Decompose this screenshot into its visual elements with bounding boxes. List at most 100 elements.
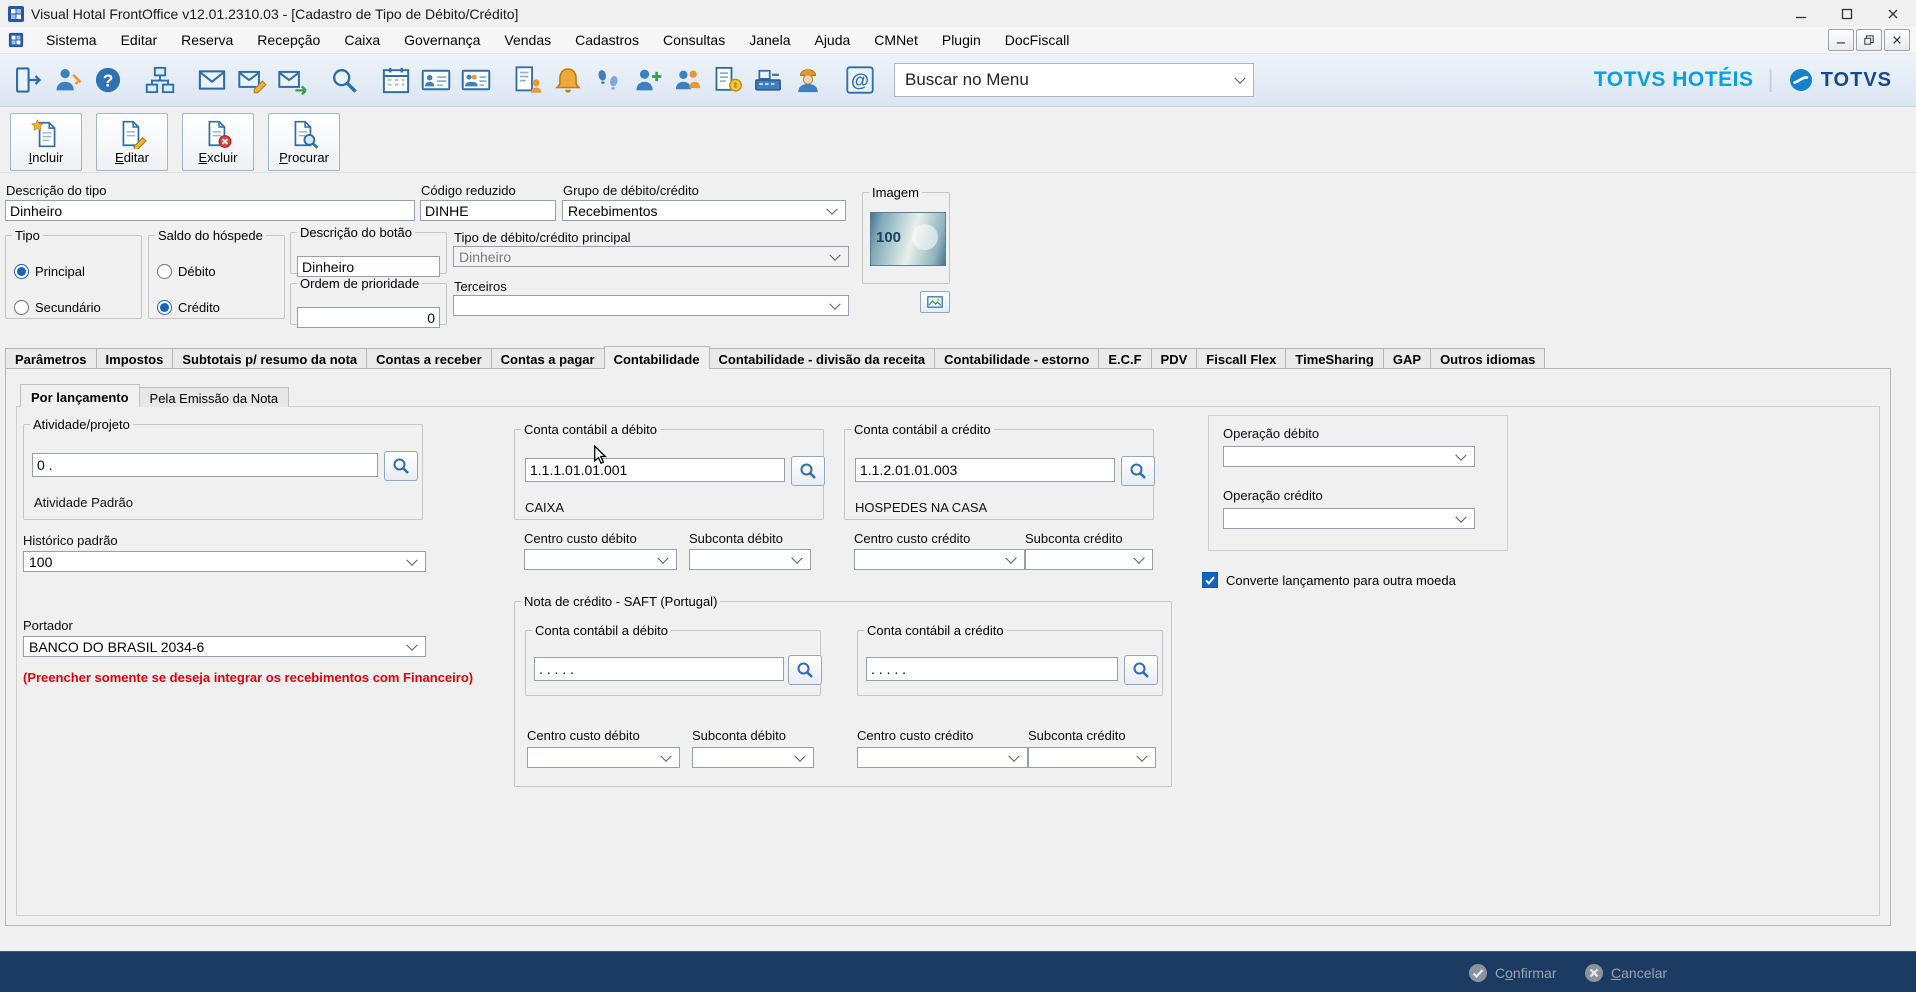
cash-register-icon[interactable]: [748, 58, 788, 102]
menu-search-combobox[interactable]: Buscar no Menu: [894, 63, 1254, 97]
tab-subtotais[interactable]: Subtotais p/ resumo da nota: [172, 348, 367, 368]
image-picker-button[interactable]: [920, 291, 950, 313]
user-add-icon[interactable]: [628, 58, 668, 102]
menu-docfiscall[interactable]: DocFiscall: [993, 28, 1082, 52]
saft-subconta-credito-select[interactable]: [1028, 747, 1156, 768]
at-mail-icon[interactable]: @: [840, 58, 880, 102]
exit-door-icon[interactable]: [8, 58, 48, 102]
saft-centro-custo-debito-select[interactable]: [527, 747, 680, 768]
tab-contas-receber[interactable]: Contas a receber: [366, 348, 492, 368]
historico-padrao-select[interactable]: 100: [23, 551, 426, 572]
converte-moeda-checkbox-row[interactable]: Converte lançamento para outra moeda: [1202, 572, 1456, 588]
menu-editar[interactable]: Editar: [109, 28, 170, 52]
tab-ecf[interactable]: E.C.F: [1098, 348, 1151, 368]
subtab-pela-emissao[interactable]: Pela Emissão da Nota: [139, 387, 290, 407]
menu-caixa[interactable]: Caixa: [332, 28, 392, 52]
radio-principal[interactable]: Principal: [14, 264, 85, 279]
confirmar-button[interactable]: Confirmar: [1462, 952, 1562, 992]
terceiros-select[interactable]: [453, 295, 849, 316]
maximize-icon[interactable]: [1824, 0, 1870, 27]
menu-cmnet[interactable]: CMNet: [862, 28, 930, 52]
search-icon[interactable]: [324, 58, 364, 102]
centro-custo-credito-select[interactable]: [854, 549, 1025, 570]
tab-contabilidade[interactable]: Contabilidade: [604, 346, 710, 369]
tab-fiscall-flex[interactable]: Fiscall Flex: [1196, 348, 1286, 368]
menu-recepcao[interactable]: Recepção: [245, 28, 332, 52]
portador-select[interactable]: BANCO DO BRASIL 2034-6: [23, 636, 426, 657]
incluir-button[interactable]: Incluir: [10, 113, 82, 171]
mdi-minimize-icon[interactable]: [1828, 29, 1854, 51]
procurar-button[interactable]: Procurar: [268, 113, 340, 171]
footprints-icon[interactable]: [588, 58, 628, 102]
bellboy-icon[interactable]: [788, 58, 828, 102]
report-person-icon[interactable]: [508, 58, 548, 102]
conta-debito-lookup-button[interactable]: [791, 456, 825, 486]
conta-credito-lookup-button[interactable]: [1121, 456, 1155, 486]
mdi-restore-icon[interactable]: [1856, 29, 1882, 51]
menu-reserva[interactable]: Reserva: [169, 28, 245, 52]
users-icon[interactable]: [668, 58, 708, 102]
menu-janela[interactable]: Janela: [737, 28, 802, 52]
saft-conta-credito-lookup-button[interactable]: [1124, 655, 1158, 685]
bell-icon[interactable]: [548, 58, 588, 102]
tab-outros-idiomas[interactable]: Outros idiomas: [1430, 348, 1545, 368]
tab-impostos[interactable]: Impostos: [96, 348, 174, 368]
descricao-tipo-input[interactable]: [5, 200, 415, 221]
editar-button[interactable]: Editar: [96, 113, 168, 171]
menu-ajuda[interactable]: Ajuda: [802, 28, 862, 52]
conta-debito-input[interactable]: [525, 458, 785, 482]
menu-sistema[interactable]: Sistema: [34, 28, 109, 52]
saft-conta-debito-input[interactable]: [534, 657, 784, 681]
radio-credito[interactable]: Crédito: [157, 300, 220, 315]
org-chart-icon[interactable]: [140, 58, 180, 102]
tab-contas-pagar[interactable]: Contas a pagar: [491, 348, 605, 368]
tab-timesharing[interactable]: TimeSharing: [1285, 348, 1384, 368]
descricao-botao-input[interactable]: [297, 256, 440, 277]
excluir-button[interactable]: Excluir: [182, 113, 254, 171]
radio-debito[interactable]: Débito: [157, 264, 216, 279]
tab-gap[interactable]: GAP: [1383, 348, 1431, 368]
menu-consultas[interactable]: Consultas: [651, 28, 737, 52]
guest-card-icon[interactable]: [416, 58, 456, 102]
calendar-icon[interactable]: [376, 58, 416, 102]
atividade-lookup-button[interactable]: [384, 451, 418, 481]
subtab-por-lancamento[interactable]: Por lançamento: [20, 384, 140, 407]
conta-credito-input[interactable]: [855, 458, 1115, 482]
tab-contabilidade-divisao[interactable]: Contabilidade - divisão da receita: [709, 348, 936, 368]
menu-plugin[interactable]: Plugin: [930, 28, 993, 52]
user-key-icon[interactable]: [48, 58, 88, 102]
tab-contabilidade-estorno[interactable]: Contabilidade - estorno: [934, 348, 1099, 368]
saft-conta-debito-lookup-button[interactable]: [788, 655, 822, 685]
tab-pdv[interactable]: PDV: [1151, 348, 1198, 368]
invoice-icon[interactable]: [708, 58, 748, 102]
saft-subconta-debito-select[interactable]: [692, 747, 814, 768]
codigo-reduzido-input[interactable]: [420, 200, 556, 221]
operacao-debito-select[interactable]: [1223, 446, 1475, 467]
mdi-close-icon[interactable]: [1884, 29, 1910, 51]
ordem-prioridade-input[interactable]: [297, 307, 440, 328]
minimize-icon[interactable]: [1778, 0, 1824, 27]
operacao-credito-select[interactable]: [1223, 508, 1475, 529]
centro-custo-debito-select[interactable]: [524, 549, 677, 570]
radio-principal-icon[interactable]: [14, 264, 29, 279]
radio-debito-icon[interactable]: [157, 264, 172, 279]
mail-send-icon[interactable]: [272, 58, 312, 102]
saft-conta-credito-input[interactable]: [866, 657, 1118, 681]
guest-card-group-icon[interactable]: [456, 58, 496, 102]
grupo-debito-credito-select[interactable]: Recebimentos: [562, 200, 846, 221]
checkbox-checked-icon[interactable]: [1202, 572, 1218, 588]
radio-secundario[interactable]: Secundário: [14, 300, 101, 315]
menu-vendas[interactable]: Vendas: [492, 28, 563, 52]
mail-edit-icon[interactable]: [232, 58, 272, 102]
menu-governanca[interactable]: Governança: [392, 28, 492, 52]
atividade-input[interactable]: [32, 453, 378, 477]
subconta-debito-select[interactable]: [689, 549, 811, 570]
radio-secundario-icon[interactable]: [14, 300, 29, 315]
tab-parametros[interactable]: Parâmetros: [5, 348, 97, 368]
radio-credito-icon[interactable]: [157, 300, 172, 315]
subconta-credito-select[interactable]: [1025, 549, 1153, 570]
close-icon[interactable]: [1870, 0, 1916, 27]
saft-centro-custo-credito-select[interactable]: [857, 747, 1028, 768]
cancelar-button[interactable]: Cancelar: [1578, 952, 1673, 992]
menu-cadastros[interactable]: Cadastros: [563, 28, 651, 52]
